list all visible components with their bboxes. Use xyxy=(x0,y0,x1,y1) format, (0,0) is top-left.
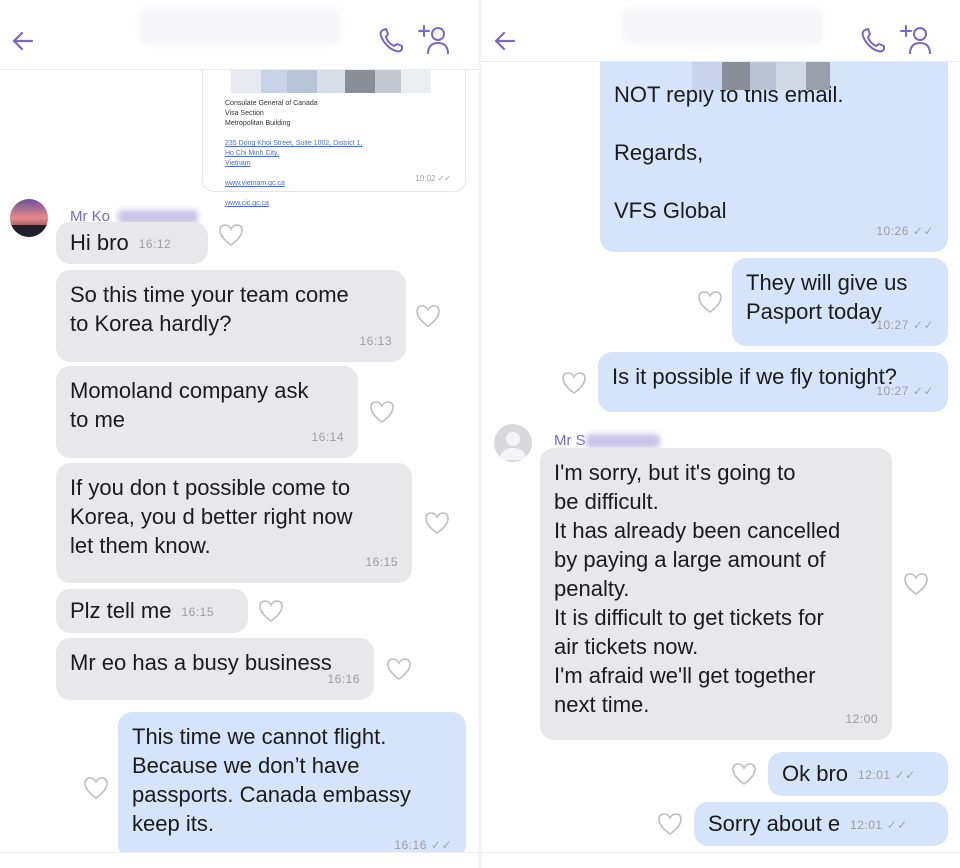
forwarded-email-card[interactable]: Consulate General of Canada Visa Section… xyxy=(202,68,466,207)
contact-avatar[interactable] xyxy=(10,199,48,237)
message-bubble[interactable]: They will give us Pasport today 10:27 ✓✓ xyxy=(732,258,948,346)
arrow-left-icon[interactable] xyxy=(488,24,522,58)
contact-name-redacted xyxy=(140,8,340,44)
website-link-1[interactable]: www.vietnam.gc.ca xyxy=(225,180,285,187)
left-chat-pane: Consulate General of Canada Visa Section… xyxy=(0,0,478,868)
chat-header xyxy=(0,0,478,70)
composer-edge xyxy=(0,852,478,868)
message-time: 12:00 xyxy=(845,712,878,726)
message-bubble[interactable]: Is it possible if we fly tonight? 10:27 ✓… xyxy=(598,352,948,412)
chat-header xyxy=(482,0,960,62)
message-bubble[interactable]: Hi bro 16:12 xyxy=(56,222,208,264)
heart-outline-icon[interactable] xyxy=(423,509,451,537)
message-bubble[interactable]: Sorry about e 12:01 ✓✓ xyxy=(694,802,948,846)
double-check-icon: ✓✓ xyxy=(912,384,934,398)
heart-outline-icon[interactable] xyxy=(385,655,413,683)
heart-outline-icon[interactable] xyxy=(368,398,396,426)
heart-outline-icon[interactable] xyxy=(217,221,245,249)
heart-outline-icon[interactable] xyxy=(257,597,285,625)
message-text: Sorry about e xyxy=(708,811,841,836)
add-user-icon[interactable] xyxy=(898,22,934,58)
right-chat-pane: NOT reply to this email. Regards, VFS Gl… xyxy=(482,0,960,868)
message-bubble[interactable]: Momoland company ask to me 16:14 xyxy=(56,366,358,458)
message-time: 16:12 xyxy=(138,236,172,251)
message-text: Hi bro xyxy=(70,230,129,255)
message-text: So this time your team come to Korea har… xyxy=(70,282,349,336)
message-time: 16:15 xyxy=(365,555,398,569)
sender-name: Mr S xyxy=(554,432,586,449)
consulate-address: Consulate General of Canada Visa Section… xyxy=(225,100,318,127)
email-body-text: NOT reply to this email. Regards, VFS Gl… xyxy=(614,82,844,223)
message-bubble[interactable]: I'm sorry, but it's going to be difficul… xyxy=(540,448,892,740)
message-text: Mr eo has a busy business xyxy=(70,650,332,675)
message-time: 12:01 ✓✓ xyxy=(850,817,908,832)
message-text: This time we cannot flight. Because we d… xyxy=(132,724,411,836)
double-check-icon: ✓✓ xyxy=(437,174,451,183)
message-time: 12:01 ✓✓ xyxy=(858,767,916,782)
message-text: If you don t possible come to Korea, you… xyxy=(70,475,353,558)
double-check-icon: ✓✓ xyxy=(886,817,908,832)
heart-outline-icon[interactable] xyxy=(656,810,684,838)
message-bubble[interactable]: This time we cannot flight. Because we d… xyxy=(118,712,466,858)
heart-outline-icon[interactable] xyxy=(730,760,758,788)
message-bubble[interactable]: Plz tell me 16:15 xyxy=(56,589,248,633)
message-bubble[interactable]: Ok bro 12:01 ✓✓ xyxy=(768,752,948,796)
message-bubble[interactable]: So this time your team come to Korea har… xyxy=(56,270,406,362)
arrow-left-icon[interactable] xyxy=(6,24,40,58)
composer-edge xyxy=(482,852,960,868)
contact-name-redacted xyxy=(622,8,822,44)
message-time: 16:14 xyxy=(311,430,344,444)
double-check-icon: ✓✓ xyxy=(912,224,934,238)
message-time: 16:13 xyxy=(359,334,392,348)
contact-avatar-placeholder[interactable] xyxy=(494,424,532,462)
sender-name-redacted xyxy=(586,434,660,448)
phone-icon[interactable] xyxy=(856,24,890,58)
heart-outline-icon[interactable] xyxy=(696,288,724,316)
heart-outline-icon[interactable] xyxy=(560,369,588,397)
double-check-icon: ✓✓ xyxy=(894,767,916,782)
message-text: I'm sorry, but it's going to be difficul… xyxy=(554,460,841,717)
message-time: 16:15 xyxy=(181,604,215,619)
message-text: Ok bro xyxy=(782,761,849,786)
phone-icon[interactable] xyxy=(374,24,408,58)
message-bubble[interactable]: Mr eo has a busy business 16:16 xyxy=(56,638,374,700)
heart-outline-icon[interactable] xyxy=(902,570,930,598)
heart-outline-icon[interactable] xyxy=(414,302,442,330)
message-text: Momoland company ask to me xyxy=(70,378,309,432)
street-address-link[interactable]: 235 Dong Khoi Street, Suite 1002, Distri… xyxy=(225,140,362,167)
email-address-block: Consulate General of Canada Visa Section… xyxy=(225,89,362,209)
message-time: 10:26 ✓✓ xyxy=(876,224,934,238)
message-time: 16:16 xyxy=(327,672,360,686)
message-time: 10:27 ✓✓ xyxy=(876,318,934,332)
message-text: Plz tell me xyxy=(70,598,172,623)
double-check-icon: ✓✓ xyxy=(430,838,452,852)
redacted-email-text xyxy=(692,60,830,90)
message-bubble[interactable]: If you don t possible come to Korea, you… xyxy=(56,463,412,583)
website-link-2[interactable]: www.cic.gc.ca xyxy=(225,200,269,207)
add-user-icon[interactable] xyxy=(416,22,452,58)
message-time: 10:27 ✓✓ xyxy=(876,384,934,398)
heart-outline-icon[interactable] xyxy=(82,774,110,802)
email-card-timestamp: 10:02 ✓✓ xyxy=(415,174,451,183)
double-check-icon: ✓✓ xyxy=(912,318,934,332)
